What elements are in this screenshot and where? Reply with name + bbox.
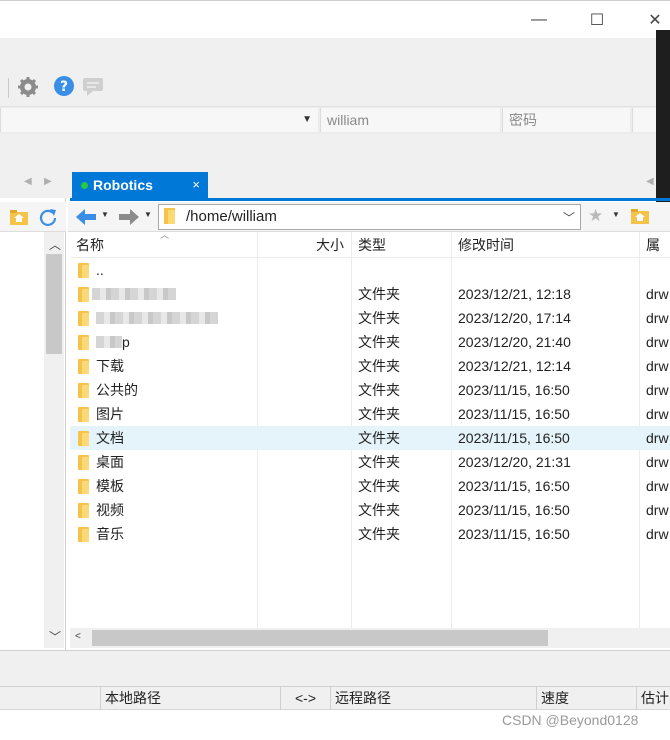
login-extra-field[interactable]: [632, 108, 656, 132]
redacted-name: [96, 336, 122, 348]
tab-underline: [70, 198, 670, 201]
bookmark-dropdown-icon[interactable]: ▼: [612, 210, 620, 219]
scroll-down-icon[interactable]: ﹀: [49, 628, 61, 645]
help-icon[interactable]: ?: [53, 75, 75, 97]
column-size[interactable]: 大小: [316, 232, 344, 258]
file-row[interactable]: 图片 文件夹 2023/11/15, 16:50 drw: [70, 402, 670, 426]
bookmark-star-icon[interactable]: ★: [588, 206, 603, 226]
tab-close-icon[interactable]: ×: [192, 172, 200, 198]
svg-text:?: ?: [60, 79, 68, 95]
folder-icon: [164, 208, 175, 224]
protocol-select[interactable]: ▼: [0, 108, 318, 132]
scroll-left-icon[interactable]: <: [75, 631, 81, 642]
local-scrollbar-thumb[interactable]: [46, 254, 62, 354]
folder-icon: [78, 287, 89, 302]
column-local-path[interactable]: 本地路径: [100, 686, 280, 710]
local-toolbar: [0, 202, 66, 232]
maximize-button[interactable]: ☐: [584, 7, 610, 33]
minimize-button[interactable]: —: [526, 7, 552, 33]
path-text: /home/william: [186, 208, 277, 225]
scroll-up-icon[interactable]: ︿: [49, 236, 61, 253]
folder-icon: [78, 455, 89, 470]
folder-icon: [78, 359, 89, 374]
folder-icon: [78, 383, 89, 398]
tab-robotics[interactable]: Robotics ×: [72, 172, 208, 198]
back-dropdown-icon[interactable]: ▼: [101, 210, 109, 219]
redacted-name: [96, 312, 218, 324]
column-name[interactable]: 名称: [76, 232, 104, 258]
password-field[interactable]: 密码: [502, 108, 630, 132]
redacted-name: [92, 288, 176, 300]
sort-indicator-icon: ︿: [160, 230, 170, 240]
remote-home-icon[interactable]: [630, 207, 650, 225]
column-estimate[interactable]: 估计: [636, 686, 670, 710]
dropdown-arrow-icon: ▼: [302, 114, 312, 125]
toolbar-separator: [8, 78, 9, 98]
column-speed[interactable]: 速度: [536, 686, 636, 710]
file-row[interactable]: 公共的 文件夹 2023/11/15, 16:50 drw: [70, 378, 670, 402]
gear-icon[interactable]: [17, 76, 39, 98]
column-direction[interactable]: <->: [280, 686, 330, 710]
file-row[interactable]: 桌面 文件夹 2023/12/20, 21:31 drw: [70, 450, 670, 474]
folder-icon: [78, 503, 89, 518]
username-field[interactable]: william: [320, 108, 500, 132]
tab-scroll-right-icon[interactable]: ▶: [44, 176, 52, 187]
tab-scroll-far-left-icon[interactable]: ◀: [646, 176, 654, 187]
watermark: CSDN @Beyond0128: [502, 712, 639, 728]
folder-icon: [78, 479, 89, 494]
forward-dropdown-icon[interactable]: ▼: [144, 210, 152, 219]
file-row[interactable]: 音乐 文件夹 2023/11/15, 16:50 drw: [70, 522, 670, 546]
title-bar: — ☐ ✕: [0, 0, 670, 38]
folder-icon: [78, 431, 89, 446]
file-row[interactable]: 模板 文件夹 2023/11/15, 16:50 drw: [70, 474, 670, 498]
folder-icon: [78, 407, 89, 422]
file-row[interactable]: 下载 文件夹 2023/12/21, 12:14 drw: [70, 354, 670, 378]
path-dropdown-icon[interactable]: ﹀: [563, 209, 575, 226]
file-row[interactable]: 文件夹 2023/12/21, 12:18 drw: [70, 282, 670, 306]
column-type[interactable]: 类型: [358, 232, 386, 258]
horizontal-scrollbar-thumb[interactable]: [92, 630, 548, 646]
toolbar: ?: [0, 38, 656, 106]
file-row[interactable]: 视频 文件夹 2023/11/15, 16:50 drw: [70, 498, 670, 522]
folder-icon: [78, 263, 89, 278]
column-modified[interactable]: 修改时间: [458, 232, 514, 258]
file-row[interactable]: ..: [70, 258, 670, 282]
forward-arrow-icon[interactable]: [117, 207, 141, 227]
folder-icon: [78, 527, 89, 542]
file-row[interactable]: p 文件夹 2023/12/20, 21:40 drw: [70, 330, 670, 354]
home-folder-icon[interactable]: [9, 208, 29, 226]
connected-status-icon: [81, 182, 88, 189]
column-attributes[interactable]: 属性: [646, 232, 670, 258]
column-remote-path[interactable]: 远程路径: [330, 686, 536, 710]
back-arrow-icon[interactable]: [74, 207, 98, 227]
folder-icon: [78, 311, 89, 326]
file-row-selected[interactable]: 文档 文件夹 2023/11/15, 16:50 drw: [70, 426, 670, 450]
tab-label: Robotics: [93, 177, 153, 193]
file-row[interactable]: 文件夹 2023/12/20, 17:14 drw: [70, 306, 670, 330]
chat-icon[interactable]: [82, 76, 104, 98]
folder-icon: [78, 335, 89, 350]
tab-scroll-left-icon[interactable]: ◀: [24, 176, 32, 187]
refresh-icon[interactable]: [38, 207, 58, 227]
status-area: [0, 650, 670, 686]
